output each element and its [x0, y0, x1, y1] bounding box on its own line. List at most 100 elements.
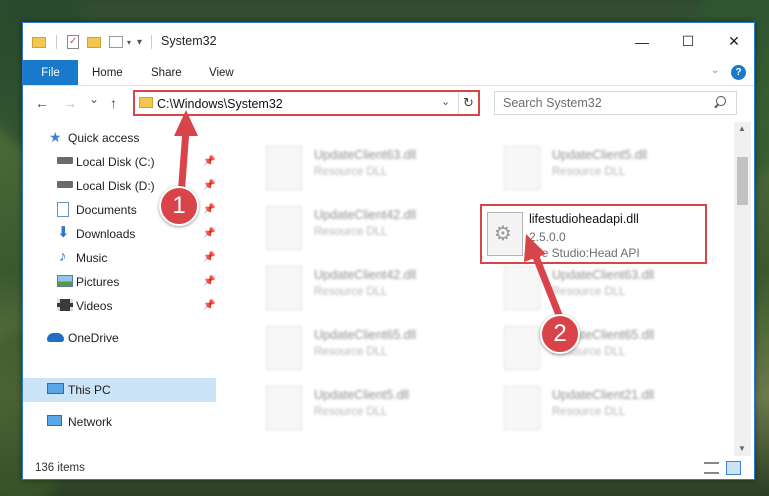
file-name: UpdateClient63.dll — [314, 148, 417, 162]
sidebar-item-label: Pictures — [76, 275, 120, 289]
list-item[interactable]: UpdateClient63.dll Resource DLL — [504, 266, 724, 322]
list-item[interactable]: UpdateClient5.dll Resource DLL — [504, 146, 724, 202]
list-item[interactable]: UpdateClient65.dll Resource DLL — [266, 326, 486, 382]
folder-icon[interactable] — [32, 36, 46, 48]
up-button[interactable]: ↑ — [110, 95, 117, 111]
pin-icon[interactable]: 📌 — [203, 228, 215, 239]
scroll-up-icon[interactable]: ▲ — [738, 124, 746, 133]
dll-file-icon — [266, 386, 302, 430]
file-description: Resource DLL — [552, 406, 626, 418]
sidebar-item-label: Local Disk (C:) — [76, 155, 155, 169]
dll-file-icon — [504, 326, 540, 370]
sidebar-item-label: This PC — [68, 383, 111, 397]
tab-home[interactable]: Home — [92, 60, 123, 85]
pin-icon[interactable]: 📌 — [203, 276, 215, 287]
sidebar-item-label: Downloads — [76, 227, 136, 241]
sidebar-item-onedrive[interactable]: OneDrive — [23, 326, 216, 350]
file-name: lifestudioheadapi.dll — [529, 212, 639, 226]
pin-icon[interactable]: 📌 — [203, 252, 215, 263]
file-name: UpdateClient63.dll — [552, 268, 655, 282]
search-input[interactable]: Search System32 — [503, 96, 602, 110]
cloud-icon — [47, 333, 64, 342]
scroll-down-icon[interactable]: ▼ — [738, 444, 746, 453]
tab-share[interactable]: Share — [151, 60, 182, 85]
tiles-view-icon[interactable] — [726, 461, 741, 475]
sidebar-item-label: Network — [68, 415, 113, 429]
tab-view[interactable]: View — [209, 60, 234, 85]
sidebar-item-music[interactable]: ♪ Music 📌 — [23, 246, 216, 270]
drive-icon — [57, 181, 73, 188]
gear-icon: ⚙ — [494, 223, 512, 245]
pin-icon[interactable]: 📌 — [203, 300, 215, 311]
file-version: 2.5.0.0 — [529, 230, 566, 244]
chevron-down-icon[interactable]: ▾ — [127, 38, 131, 47]
sidebar-item-downloads[interactable]: ⬇ Downloads 📌 — [23, 222, 216, 246]
back-button[interactable]: ← — [35, 95, 49, 111]
search-icon-handle — [714, 103, 719, 109]
network-icon — [47, 415, 62, 426]
list-item[interactable]: UpdateClient65.dll Resource DLL — [504, 326, 724, 382]
details-view-icon[interactable] — [704, 462, 719, 474]
sidebar-item-pictures[interactable]: Pictures 📌 — [23, 270, 216, 294]
pin-icon[interactable]: 📌 — [203, 156, 215, 167]
file-name: UpdateClient42.dll — [314, 208, 417, 222]
minimize-button[interactable]: — — [619, 23, 665, 60]
dll-file-icon — [504, 146, 540, 190]
address-separator — [458, 92, 459, 114]
search-box[interactable]: Search System32 — [494, 91, 737, 115]
videos-icon — [57, 299, 73, 311]
sidebar-item-quick-access[interactable]: ★ Quick access — [23, 126, 216, 150]
maximize-button[interactable]: ☐ — [665, 23, 711, 60]
title-separator — [151, 35, 152, 49]
list-item[interactable]: UpdateClient63.dll Resource DLL — [266, 146, 486, 202]
sidebar-item-this-pc[interactable]: This PC — [23, 378, 216, 402]
list-item[interactable]: UpdateClient42.dll Resource DLL — [266, 206, 486, 262]
music-icon: ♪ — [59, 248, 67, 265]
expand-ribbon-icon[interactable]: ⌄ — [711, 65, 719, 76]
status-bar: 136 items — [23, 456, 754, 479]
highlighted-file-item[interactable]: ⚙ lifestudioheadapi.dll 2.5.0.0 Life Stu… — [480, 204, 707, 264]
list-item[interactable]: UpdateClient42.dll Resource DLL — [266, 266, 486, 322]
help-icon[interactable]: ? — [731, 65, 746, 80]
tab-file[interactable]: File — [23, 60, 78, 85]
file-description: Resource DLL — [314, 286, 388, 298]
title-bar: ✓ ▾ ▾ System32 — ☐ ✕ — [23, 23, 754, 60]
pin-icon[interactable]: 📌 — [203, 180, 215, 191]
vertical-scrollbar[interactable]: ▲ ▼ — [734, 122, 751, 456]
sidebar-item-label: OneDrive — [68, 331, 119, 345]
quick-access-toolbar: ✓ ▾ ▾ — [32, 33, 142, 51]
file-name: UpdateClient21.dll — [552, 388, 655, 402]
downloads-icon: ⬇ — [57, 224, 70, 241]
list-item[interactable]: UpdateClient21.dll Resource DLL — [504, 386, 724, 442]
separator — [56, 35, 57, 49]
refresh-button[interactable]: ↻ — [463, 95, 474, 111]
file-description: Resource DLL — [552, 286, 626, 298]
pin-toolbar-icon[interactable]: ▾ — [137, 37, 142, 48]
close-button[interactable]: ✕ — [711, 23, 754, 60]
ribbon-tabs: File Home Share View ⌄ ? — [23, 60, 754, 86]
file-description: Resource DLL — [314, 346, 388, 358]
sidebar-item-videos[interactable]: Videos 📌 — [23, 294, 216, 318]
sidebar-item-local-disk-c[interactable]: Local Disk (C:) 📌 — [23, 150, 216, 174]
address-path[interactable]: C:\Windows\System32 — [157, 97, 283, 111]
dll-file-icon — [504, 266, 540, 310]
navigation-bar: ← → ⌄ ↑ C:\Windows\System32 ⌄ ↻ Search S… — [23, 86, 754, 122]
scrollbar-thumb[interactable] — [737, 157, 748, 205]
file-name: UpdateClient5.dll — [552, 148, 648, 162]
callout-badge-1: 1 — [159, 186, 199, 226]
recent-locations-button[interactable]: ⌄ — [89, 92, 99, 106]
file-description: Life Studio:Head API — [529, 246, 640, 260]
dll-file-icon — [266, 206, 302, 250]
address-dropdown-icon[interactable]: ⌄ — [441, 95, 450, 108]
customize-icon[interactable] — [109, 36, 123, 48]
properties-icon[interactable]: ✓ — [67, 35, 79, 49]
item-count: 136 items — [35, 462, 85, 474]
sidebar-item-label: Videos — [76, 299, 113, 313]
address-bar[interactable]: C:\Windows\System32 ⌄ ↻ — [133, 90, 480, 116]
pin-icon[interactable]: 📌 — [203, 204, 215, 215]
sidebar-item-network[interactable]: Network — [23, 410, 216, 434]
new-folder-icon[interactable] — [87, 36, 101, 48]
forward-button[interactable]: → — [63, 95, 77, 111]
explorer-window: ✓ ▾ ▾ System32 — ☐ ✕ File Home Share Vie… — [22, 22, 755, 480]
list-item[interactable]: UpdateClient5.dll Resource DLL — [266, 386, 486, 442]
